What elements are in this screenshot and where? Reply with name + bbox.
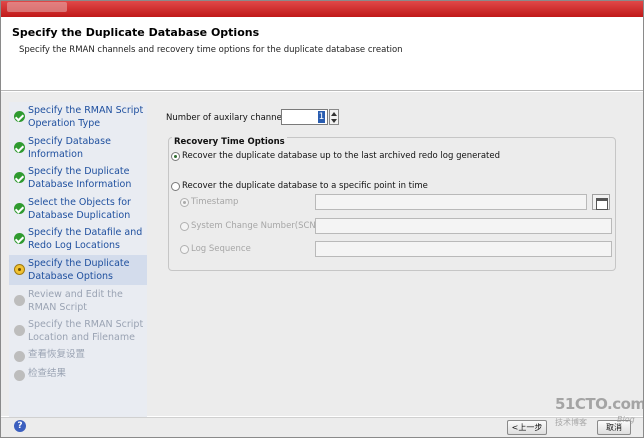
back-button[interactable]: <上一步	[507, 420, 547, 435]
title-bar-text	[7, 2, 67, 12]
radio-scn[interactable]	[180, 222, 189, 231]
check-icon	[14, 233, 25, 244]
radio-point-in-time-label: Recover the duplicate database to a spec…	[182, 181, 428, 191]
page-title: Specify the Duplicate Database Options	[12, 26, 260, 39]
pending-step-icon	[14, 370, 25, 381]
header-panel: Specify the Duplicate Database Options S…	[1, 17, 643, 91]
wizard-window: Specify the Duplicate Database Options S…	[0, 0, 644, 438]
radio-log-sequence[interactable]	[180, 245, 189, 254]
scn-label: System Change Number(SCN)	[191, 221, 320, 231]
step-label: 查看恢复设置	[28, 349, 86, 360]
radio-timestamp[interactable]	[180, 198, 189, 207]
step-review-rman-script: Review and Edit the RMAN Script	[9, 286, 147, 316]
step-label: Specify the RMAN Script Location and Fil…	[28, 319, 144, 343]
step-select-objects[interactable]: Select the Objects for Database Duplicat…	[9, 194, 147, 224]
log-sequence-label: Log Sequence	[191, 244, 251, 254]
channels-input[interactable]: 1	[281, 109, 328, 125]
calendar-icon[interactable]	[592, 194, 610, 210]
channels-spinner[interactable]	[329, 109, 339, 125]
step-label: Review and Edit the RMAN Script	[28, 289, 123, 313]
radio-last-archived[interactable]	[171, 152, 180, 161]
current-step-icon	[14, 264, 25, 275]
spin-up-icon[interactable]	[331, 112, 337, 116]
main-content: Specify the RMAN Script Operation Type S…	[1, 92, 643, 422]
channels-label: Number of auxilary channels:	[166, 113, 292, 123]
step-label: Specify Database Information	[28, 136, 111, 160]
step-duplicate-database-information[interactable]: Specify the Duplicate Database Informati…	[9, 163, 147, 193]
radio-last-archived-label: Recover the duplicate database up to the…	[182, 151, 500, 161]
wizard-steps: Specify the RMAN Script Operation Type S…	[9, 102, 147, 422]
check-icon	[14, 203, 25, 214]
step-database-information[interactable]: Specify Database Information	[9, 133, 147, 163]
step-duplicate-database-options[interactable]: Specify the Duplicate Database Options	[9, 255, 147, 285]
step-rman-operation-type[interactable]: Specify the RMAN Script Operation Type	[9, 102, 147, 132]
check-icon	[14, 172, 25, 183]
step-label: Specify the RMAN Script Operation Type	[28, 105, 144, 129]
step-label: 检查结果	[28, 368, 67, 379]
step-label: Specify the Duplicate Database Informati…	[28, 166, 132, 190]
step-datafile-redo-locations[interactable]: Specify the Datafile and Redo Log Locati…	[9, 224, 147, 254]
pending-step-icon	[14, 295, 25, 306]
recovery-time-options-legend: Recovery Time Options	[172, 137, 287, 147]
timestamp-label: Timestamp	[191, 197, 239, 207]
step-check-results: 检查结果	[9, 365, 147, 387]
channels-value: 1	[318, 111, 325, 123]
step-script-location: Specify the RMAN Script Location and Fil…	[9, 316, 147, 346]
check-icon	[14, 142, 25, 153]
spin-down-icon[interactable]	[331, 119, 337, 123]
cancel-button[interactable]: 取消	[597, 420, 631, 435]
help-icon[interactable]: ?	[14, 420, 26, 432]
page-subtitle: Specify the RMAN channels and recovery t…	[19, 45, 403, 55]
timestamp-field[interactable]	[315, 194, 587, 210]
check-icon	[14, 111, 25, 122]
pending-step-icon	[14, 351, 25, 362]
title-bar	[1, 1, 643, 17]
log-sequence-field[interactable]	[315, 241, 612, 257]
step-label: Specify the Duplicate Database Options	[28, 258, 130, 282]
radio-point-in-time[interactable]	[171, 182, 180, 191]
step-label: Specify the Datafile and Redo Log Locati…	[28, 227, 143, 251]
pending-step-icon	[14, 325, 25, 336]
scn-field[interactable]	[315, 218, 612, 234]
step-label: Select the Objects for Database Duplicat…	[28, 197, 131, 221]
